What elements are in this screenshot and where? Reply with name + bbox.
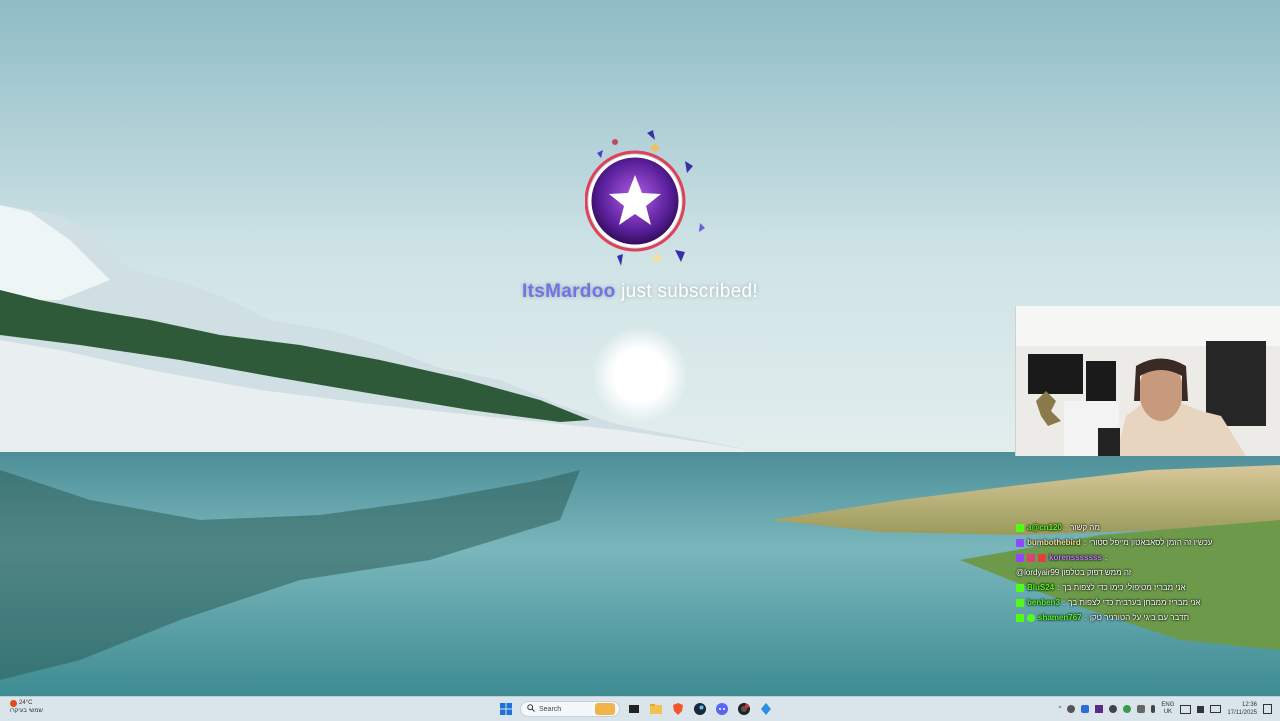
search-highlight-icon: [595, 703, 615, 715]
chat-separator: :: [1062, 598, 1066, 607]
chat-separator: :: [1064, 523, 1068, 532]
language-indicator[interactable]: ENG UK: [1161, 702, 1174, 716]
battery-icon[interactable]: [1210, 705, 1222, 713]
search-placeholder: Search: [539, 705, 562, 713]
notification-icon[interactable]: [1263, 704, 1272, 714]
tray-app-icon[interactable]: [1081, 705, 1090, 713]
taskbar-clock[interactable]: 12:36 17/11/2025: [1227, 701, 1257, 717]
chat-message: benben3 : אני מבריז ממבחן בערבית כדי לצפ…: [1016, 595, 1278, 610]
chat-username: korensssssss: [1049, 553, 1102, 562]
brave-icon[interactable]: [670, 701, 686, 717]
weather-temp-row: 24°C: [10, 699, 43, 707]
lang-top: ENG: [1161, 702, 1175, 708]
chat-message: shamen767 : תדבר עם ביגי על הטורניר טקן: [1016, 610, 1278, 625]
chat-username: BluS24: [1027, 583, 1055, 592]
chat-message: a@cn120 : מה קשור: [1016, 520, 1278, 535]
obs-icon[interactable]: [736, 701, 752, 717]
weather-temp: 24°C: [19, 700, 33, 706]
lang-bottom: UK: [1163, 709, 1173, 715]
clock-date: 17/11/2025: [1227, 710, 1257, 716]
taskbar-apps: Search: [498, 700, 774, 718]
taskbar: 24°C שמשי בעיקרו Search ^ ENG UK 12:36 1…: [0, 696, 1280, 721]
taskbar-search[interactable]: Search: [520, 701, 620, 717]
chat-separator: :: [1057, 583, 1060, 592]
twitch-badge-icon: [1016, 538, 1024, 547]
chat-separator: :: [1084, 613, 1087, 622]
search-icon: [527, 704, 535, 714]
chat-message: bumbothebird : עכשיו זה הזמן לסאבאטון מי…: [1016, 535, 1278, 550]
system-tray: ^ ENG UK 12:36 17/11/2025: [1059, 699, 1272, 719]
chat-text: תדבר עם ביגי על הטורניר טקן: [1089, 613, 1189, 622]
microphone-icon[interactable]: [1151, 705, 1156, 713]
alert-text: just subscribed!: [621, 281, 758, 302]
chat-separator: :: [1083, 538, 1087, 547]
kick-badge-icon: [1016, 523, 1024, 532]
chat-text: אני מבריז ממבחן בערבית כדי לצפות בך: [1068, 598, 1201, 607]
chat-text: @lordyair99 זה ממש דפוק בטלפון: [1016, 568, 1132, 577]
verified-badge-icon: [1027, 613, 1035, 622]
alert-message: ItsMardoo just subscribed!: [490, 281, 790, 303]
chat-text: עכשיו זה הזמן לסאבאטון מייפל סטורי: [1089, 538, 1213, 547]
chat-username: shamen767: [1038, 613, 1082, 622]
folder-icon[interactable]: [648, 701, 664, 717]
subscribe-alert: ItsMardoo just subscribed!: [490, 128, 790, 308]
heart-badge-icon: [1027, 553, 1035, 562]
alert-username: ItsMardoo: [522, 281, 616, 302]
kick-badge-icon: [1016, 613, 1024, 622]
chat-separator: :: [1104, 553, 1108, 562]
weather-icon: [10, 699, 17, 707]
chat-text: מה קשור: [1070, 523, 1100, 532]
chat-username: bumbothebird: [1027, 538, 1081, 547]
discord-icon[interactable]: [714, 701, 730, 717]
chat-message: @lordyair99 זה ממש דפוק בטלפון: [1016, 565, 1278, 580]
task-view-icon[interactable]: [626, 701, 642, 717]
app-icon[interactable]: [758, 701, 774, 717]
kick-badge-icon: [1016, 598, 1024, 607]
tray-app-icon[interactable]: [1067, 705, 1076, 713]
windows-start-icon[interactable]: [498, 701, 514, 717]
tray-app-icon[interactable]: [1137, 705, 1146, 713]
clock-time: 12:36: [1241, 702, 1257, 708]
tray-app-icon[interactable]: [1123, 705, 1132, 713]
chat-message: BluS24 : אני מבריז מטיפולי כימו כדי לצפו…: [1016, 580, 1278, 595]
chevron-up-icon[interactable]: ^: [1059, 706, 1062, 712]
tray-app-icon[interactable]: [1109, 705, 1118, 713]
wifi-icon[interactable]: [1180, 704, 1192, 714]
tray-app-icon[interactable]: [1095, 705, 1104, 713]
weather-widget[interactable]: 24°C שמשי בעיקרו: [10, 699, 43, 715]
weather-desc: שמשי בעיקרו: [10, 708, 43, 714]
twitch-badge-icon: [1016, 553, 1024, 562]
chat-overlay: a@cn120 : מה קשור bumbothebird : עכשיו ז…: [1016, 520, 1278, 625]
star-badge-icon: [584, 128, 715, 268]
kick-badge-icon: [1016, 583, 1024, 592]
sub-badge-icon: [1038, 553, 1046, 562]
chat-username: a@cn120: [1027, 523, 1062, 532]
chat-username: benben3: [1027, 598, 1060, 607]
volume-icon[interactable]: [1197, 705, 1205, 713]
steam-icon[interactable]: [692, 701, 708, 717]
webcam-feed: [1015, 306, 1280, 456]
chat-message: korensssssss :: [1016, 550, 1278, 565]
chat-text: אני מבריז מטיפולי כימו כדי לצפות בך: [1062, 583, 1186, 592]
